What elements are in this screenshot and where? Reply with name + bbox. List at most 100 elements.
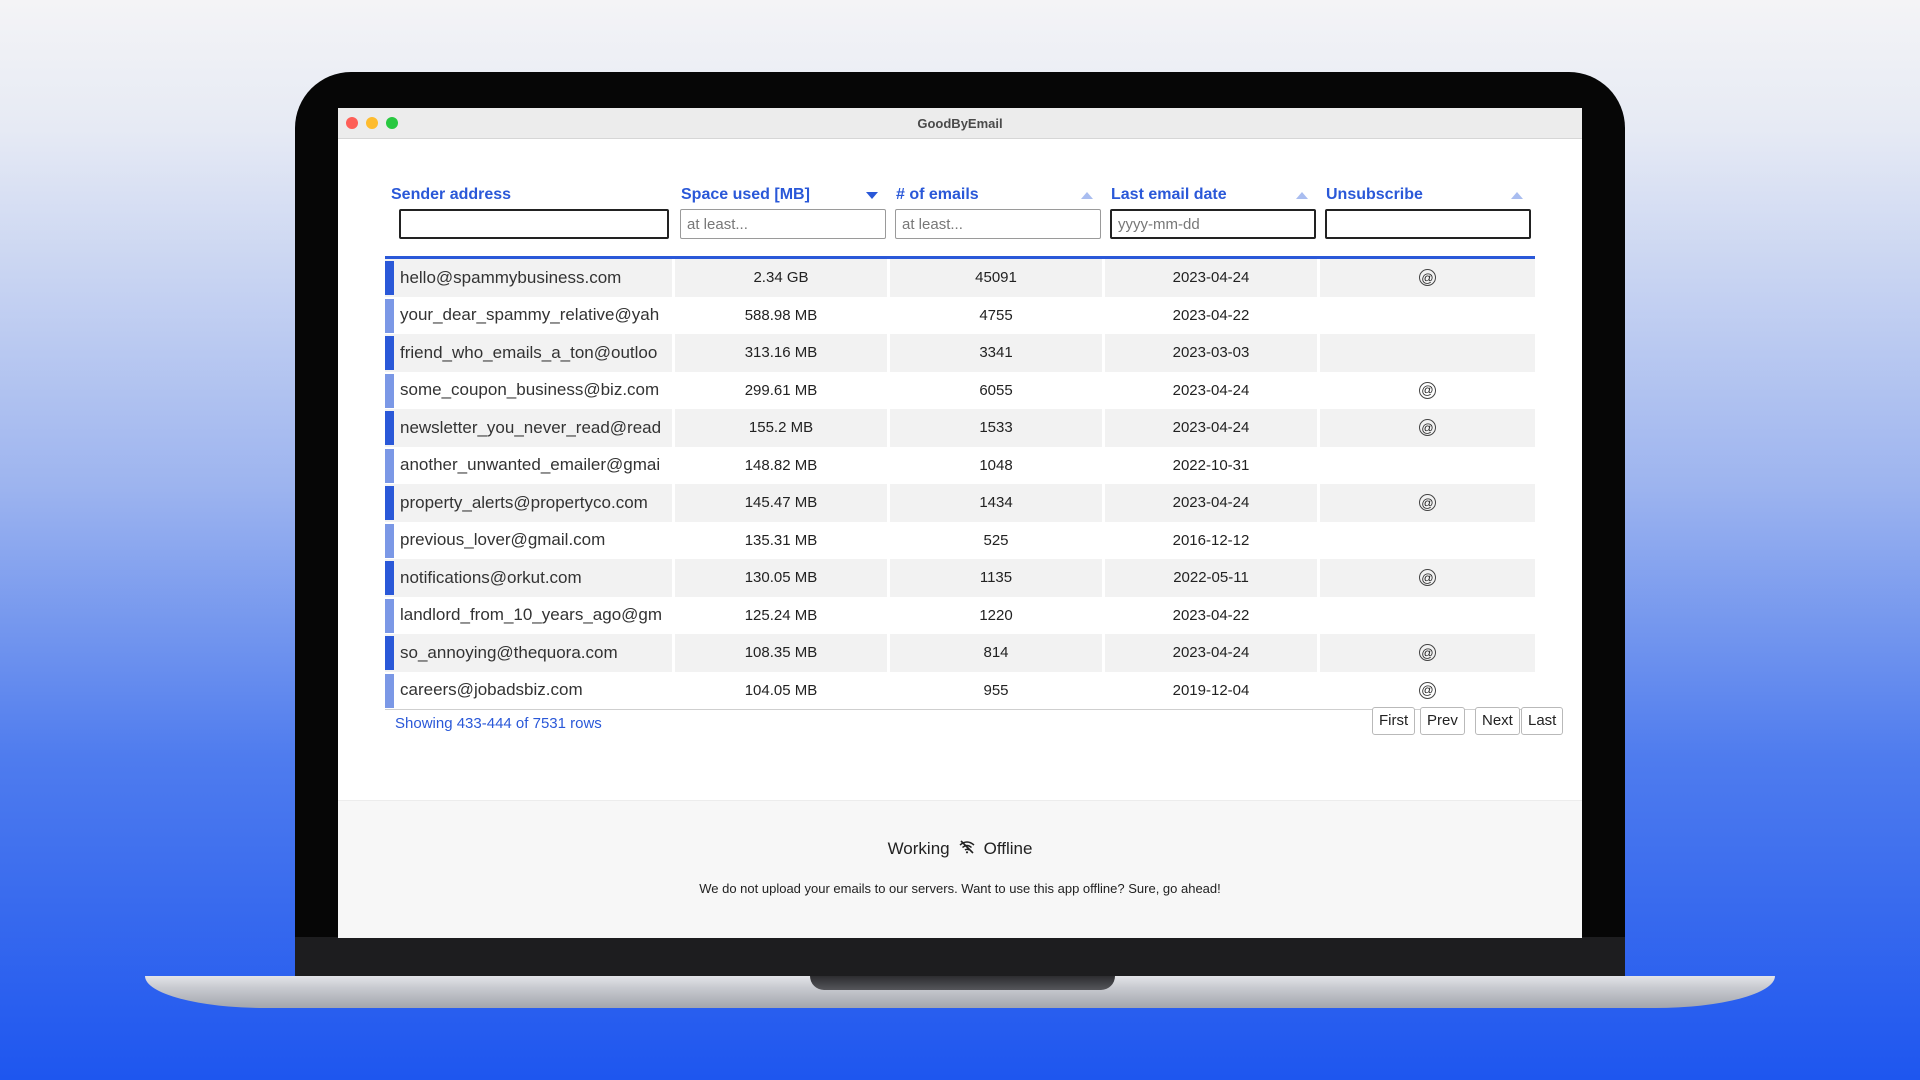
sender-filter-input[interactable] (399, 209, 669, 239)
unsubscribe-cell: @ (1320, 259, 1535, 297)
table-row[interactable]: some_coupon_business@biz.com 299.61 MB 605… (385, 371, 1535, 410)
window-title: GoodByEmail (917, 116, 1003, 131)
date-cell: 2016-12-12 (1105, 521, 1320, 559)
unsubscribe-cell (1320, 334, 1535, 372)
count-cell: 1135 (890, 559, 1105, 597)
table-row[interactable]: so_annoying@thequora.com 108.35 MB 814 2023… (385, 634, 1535, 672)
sort-desc-icon[interactable] (866, 192, 878, 199)
sender-cell: some_coupon_business@biz.com (385, 371, 675, 409)
table-row[interactable]: friend_who_emails_a_ton@outloo 313.16 MB 3… (385, 334, 1535, 372)
header-count: # of emails (890, 176, 1105, 256)
date-cell: 2023-04-24 (1105, 259, 1320, 297)
table-row[interactable]: your_dear_spammy_relative@yah 588.98 MB 47… (385, 296, 1535, 334)
count-cell: 525 (890, 521, 1105, 559)
unsubscribe-cell: @ (1320, 409, 1535, 447)
at-sign-icon[interactable]: @ (1419, 269, 1436, 287)
header-space: Space used [MB] (675, 176, 890, 256)
row-indicator-bar (385, 561, 394, 595)
space-cell: 313.16 MB (675, 334, 890, 372)
sender-cell: another_unwanted_emailer@gmai (385, 446, 675, 484)
at-sign-icon[interactable]: @ (1419, 644, 1436, 662)
header-unsubscribe-label[interactable]: Unsubscribe (1326, 186, 1423, 204)
date-cell: 2023-04-22 (1105, 296, 1320, 334)
header-unsubscribe: Unsubscribe (1320, 176, 1535, 256)
title-bar: GoodByEmail (338, 108, 1582, 139)
sender-cell: notifications@orkut.com (385, 559, 675, 597)
at-sign-icon[interactable]: @ (1419, 381, 1436, 399)
sender-cell: your_dear_spammy_relative@yah (385, 296, 675, 334)
row-indicator-bar (385, 373, 394, 408)
header-sender: Sender address (385, 176, 675, 256)
row-indicator-bar (385, 298, 394, 333)
sort-asc-icon[interactable] (1296, 192, 1308, 199)
last-page-button[interactable]: Last (1521, 707, 1564, 735)
date-filter-input[interactable] (1110, 209, 1316, 239)
app-window: GoodByEmail Sender address Space used [M… (338, 108, 1582, 938)
pagination: Showing 433-444 of 7531 rows First Prev … (385, 705, 1564, 735)
table-body: hello@spammybusiness.com 2.34 GB 45091 2023… (385, 259, 1535, 709)
sort-asc-icon[interactable] (1081, 192, 1093, 199)
count-cell: 1048 (890, 446, 1105, 484)
at-sign-icon[interactable]: @ (1419, 681, 1436, 699)
count-cell: 6055 (890, 371, 1105, 409)
header-date-label[interactable]: Last email date (1111, 186, 1227, 204)
row-indicator-bar (385, 598, 394, 633)
row-indicator-bar (385, 261, 394, 295)
next-page-button[interactable]: Next (1475, 707, 1520, 735)
header-space-label[interactable]: Space used [MB] (681, 186, 810, 204)
header-sender-label[interactable]: Sender address (391, 186, 511, 204)
date-cell: 2023-04-24 (1105, 484, 1320, 522)
unsubscribe-cell: @ (1320, 372, 1535, 410)
count-cell: 1434 (890, 484, 1105, 522)
sender-cell: newsletter_you_never_read@read (385, 409, 675, 447)
date-cell: 2023-04-24 (1105, 409, 1320, 447)
space-cell: 130.05 MB (675, 559, 890, 597)
row-indicator-bar (385, 336, 394, 370)
row-indicator-bar (385, 411, 394, 445)
table-row[interactable]: property_alerts@propertyco.com 145.47 MB 1… (385, 484, 1535, 522)
table-row[interactable]: another_unwanted_emailer@gmai 148.82 MB 10… (385, 446, 1535, 485)
at-sign-icon[interactable]: @ (1419, 419, 1436, 437)
count-cell: 45091 (890, 259, 1105, 297)
table-row[interactable]: careers@jobadsbiz.com 104.05 MB 955 2019-12… (385, 671, 1535, 710)
date-cell: 2023-04-24 (1105, 634, 1320, 672)
unsubscribe-filter-input[interactable] (1325, 209, 1531, 239)
table-row[interactable]: newsletter_you_never_read@read 155.2 MB 15… (385, 409, 1535, 447)
table-row[interactable]: landlord_from_10_years_ago@gm 125.24 MB 12… (385, 596, 1535, 635)
header-date: Last email date (1105, 176, 1320, 256)
unsubscribe-cell (1320, 597, 1535, 635)
date-cell: 2023-03-03 (1105, 334, 1320, 372)
first-page-button[interactable]: First (1372, 707, 1416, 735)
space-filter-input[interactable] (680, 209, 886, 239)
footer: Working Offline We do not upload your em… (338, 800, 1582, 938)
space-cell: 125.24 MB (675, 596, 890, 634)
count-cell: 1220 (890, 596, 1105, 634)
sender-cell: careers@jobadsbiz.com (385, 671, 675, 709)
status-offline-label: Offline (983, 839, 1033, 858)
space-cell: 104.05 MB (675, 671, 890, 709)
space-cell: 108.35 MB (675, 634, 890, 672)
header-count-label[interactable]: # of emails (896, 186, 979, 204)
space-cell: 135.31 MB (675, 521, 890, 559)
sort-asc-icon[interactable] (1511, 192, 1523, 199)
status-working-label: Working (887, 839, 950, 858)
row-indicator-bar (385, 673, 394, 708)
at-sign-icon[interactable]: @ (1419, 569, 1436, 587)
count-filter-input[interactable] (895, 209, 1101, 239)
unsubscribe-cell (1320, 447, 1535, 485)
unsubscribe-cell: @ (1320, 484, 1535, 522)
prev-page-button[interactable]: Prev (1420, 707, 1465, 735)
space-cell: 155.2 MB (675, 409, 890, 447)
count-cell: 3341 (890, 334, 1105, 372)
table-row[interactable]: notifications@orkut.com 130.05 MB 1135 2022… (385, 559, 1535, 597)
count-cell: 1533 (890, 409, 1105, 447)
unsubscribe-cell: @ (1320, 559, 1535, 597)
unsubscribe-cell: @ (1320, 672, 1535, 710)
date-cell: 2022-05-11 (1105, 559, 1320, 597)
sender-cell: property_alerts@propertyco.com (385, 484, 675, 522)
table-row[interactable]: hello@spammybusiness.com 2.34 GB 45091 2023… (385, 259, 1535, 297)
at-sign-icon[interactable]: @ (1419, 494, 1436, 512)
space-cell: 299.61 MB (675, 371, 890, 409)
sender-cell: hello@spammybusiness.com (385, 259, 675, 297)
table-row[interactable]: previous_lover@gmail.com 135.31 MB 525 2016… (385, 521, 1535, 559)
